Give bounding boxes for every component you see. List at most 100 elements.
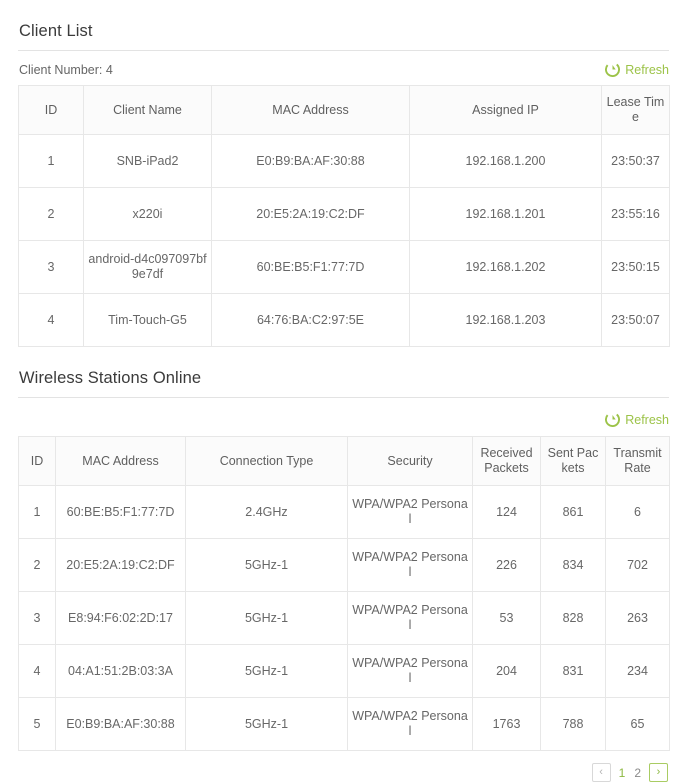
column-header-client-name: Client Name	[83, 85, 212, 135]
wireless-stations-title: Wireless Stations Online	[19, 369, 202, 387]
cell-assigned-ip: 192.168.1.202	[409, 240, 602, 294]
wireless-stations-toolbar: Refresh	[0, 398, 687, 436]
cell-transmit-rate: 234	[605, 644, 670, 698]
table-row[interactable]: 2 x220i 20:E5:2A:19:C2:DF 192.168.1.201 …	[18, 187, 670, 241]
table-row[interactable]: 1 SNB-iPad2 E0:B9:BA:AF:30:88 192.168.1.…	[18, 134, 670, 188]
cell-security: WPA/WPA2 Personal	[347, 591, 473, 645]
column-header-id: ID	[18, 436, 56, 486]
table-row[interactable]: 3 android-d4c097097bf9e7df 60:BE:B5:F1:7…	[18, 240, 670, 294]
column-header-sent-packets: Sent Packets	[540, 436, 606, 486]
table-row[interactable]: 4 04:A1:51:2B:03:3A 5GHz-1 WPA/WPA2 Pers…	[18, 644, 670, 698]
cell-client-name: x220i	[83, 187, 212, 241]
cell-id: 1	[18, 134, 84, 188]
table-header-row: ID Client Name MAC Address Assigned IP L…	[18, 85, 670, 135]
table-row[interactable]: 4 Tim-Touch-G5 64:76:BA:C2:97:5E 192.168…	[18, 293, 670, 347]
cell-connection-type: 2.4GHz	[185, 485, 348, 539]
cell-mac-address: 04:A1:51:2B:03:3A	[55, 644, 186, 698]
client-list-section: Client List Client Number: 4 Refresh ID …	[0, 0, 687, 347]
cell-id: 4	[18, 644, 56, 698]
column-header-mac-address: MAC Address	[55, 436, 186, 486]
cell-security: WPA/WPA2 Personal	[347, 538, 473, 592]
pagination: ‹ 1 2 ›	[0, 751, 687, 782]
column-header-assigned-ip: Assigned IP	[409, 85, 602, 135]
refresh-label: Refresh	[625, 62, 669, 77]
column-header-id: ID	[18, 85, 84, 135]
cell-lease-time: 23:50:15	[601, 240, 670, 294]
cell-security: WPA/WPA2 Personal	[347, 644, 473, 698]
cell-received-packets: 124	[472, 485, 541, 539]
wireless-stations-table: ID MAC Address Connection Type Security …	[18, 436, 670, 751]
table-row[interactable]: 5 E0:B9:BA:AF:30:88 5GHz-1 WPA/WPA2 Pers…	[18, 697, 670, 751]
cell-connection-type: 5GHz-1	[185, 644, 348, 698]
cell-lease-time: 23:55:16	[601, 187, 670, 241]
cell-received-packets: 1763	[472, 697, 541, 751]
cell-assigned-ip: 192.168.1.200	[409, 134, 602, 188]
cell-lease-time: 23:50:07	[601, 293, 670, 347]
refresh-button-client-list[interactable]: Refresh	[605, 62, 669, 77]
column-header-connection-type: Connection Type	[185, 436, 348, 486]
cell-connection-type: 5GHz-1	[185, 697, 348, 751]
cell-assigned-ip: 192.168.1.201	[409, 187, 602, 241]
cell-transmit-rate: 6	[605, 485, 670, 539]
client-list-table: ID Client Name MAC Address Assigned IP L…	[18, 85, 670, 347]
column-header-lease-time: Lease Time	[601, 85, 670, 135]
cell-connection-type: 5GHz-1	[185, 538, 348, 592]
cell-mac-address: 60:BE:B5:F1:77:7D	[55, 485, 186, 539]
refresh-label: Refresh	[625, 412, 669, 427]
cell-mac-address: E0:B9:BA:AF:30:88	[55, 697, 186, 751]
column-header-security: Security	[347, 436, 473, 486]
cell-transmit-rate: 702	[605, 538, 670, 592]
top-spacer	[0, 0, 687, 22]
cell-transmit-rate: 65	[605, 697, 670, 751]
cell-sent-packets: 788	[540, 697, 606, 751]
wireless-stations-section: Wireless Stations Online Refresh ID MAC …	[0, 347, 687, 782]
table-row[interactable]: 1 60:BE:B5:F1:77:7D 2.4GHz WPA/WPA2 Pers…	[18, 485, 670, 539]
client-list-page: Client List Client Number: 4 Refresh ID …	[0, 0, 687, 782]
client-number-label: Client Number: 4	[19, 62, 113, 77]
cell-sent-packets: 861	[540, 485, 606, 539]
cell-assigned-ip: 192.168.1.203	[409, 293, 602, 347]
cell-received-packets: 53	[472, 591, 541, 645]
cell-received-packets: 204	[472, 644, 541, 698]
cell-sent-packets: 828	[540, 591, 606, 645]
page-title: Client List	[19, 22, 93, 40]
cell-mac-address: 20:E5:2A:19:C2:DF	[211, 187, 410, 241]
cell-sent-packets: 834	[540, 538, 606, 592]
pagination-page-1[interactable]: 1	[618, 767, 627, 779]
cell-client-name: SNB-iPad2	[83, 134, 212, 188]
pagination-prev-button[interactable]: ‹	[591, 763, 611, 782]
client-list-toolbar: Client Number: 4 Refresh	[0, 51, 687, 85]
cell-id: 2	[18, 187, 84, 241]
cell-id: 3	[18, 591, 56, 645]
refresh-circle-arrow-icon	[605, 62, 621, 77]
cell-mac-address: 60:BE:B5:F1:77:7D	[211, 240, 410, 294]
table-header-row: ID MAC Address Connection Type Security …	[18, 436, 670, 486]
pagination-next-button[interactable]: ›	[649, 763, 668, 782]
cell-mac-address: 20:E5:2A:19:C2:DF	[55, 538, 186, 592]
cell-id: 3	[18, 240, 84, 294]
cell-security: WPA/WPA2 Personal	[347, 485, 473, 539]
cell-mac-address: E0:B9:BA:AF:30:88	[211, 134, 410, 188]
table-row[interactable]: 3 E8:94:F6:02:2D:17 5GHz-1 WPA/WPA2 Pers…	[18, 591, 670, 645]
cell-client-name: Tim-Touch-G5	[83, 293, 212, 347]
cell-id: 5	[18, 697, 56, 751]
pagination-page-2[interactable]: 2	[633, 767, 642, 779]
cell-id: 1	[18, 485, 56, 539]
refresh-button-wireless-stations[interactable]: Refresh	[605, 412, 669, 427]
cell-security: WPA/WPA2 Personal	[347, 697, 473, 751]
cell-id: 4	[18, 293, 84, 347]
column-header-received-packets: Received Packets	[472, 436, 541, 486]
cell-client-name: android-d4c097097bf9e7df	[83, 240, 212, 294]
cell-mac-address: E8:94:F6:02:2D:17	[55, 591, 186, 645]
table-row[interactable]: 2 20:E5:2A:19:C2:DF 5GHz-1 WPA/WPA2 Pers…	[18, 538, 670, 592]
cell-id: 2	[18, 538, 56, 592]
refresh-circle-arrow-icon	[605, 412, 621, 427]
cell-mac-address: 64:76:BA:C2:97:5E	[211, 293, 410, 347]
cell-transmit-rate: 263	[605, 591, 670, 645]
cell-sent-packets: 831	[540, 644, 606, 698]
column-header-mac-address: MAC Address	[211, 85, 410, 135]
cell-received-packets: 226	[472, 538, 541, 592]
cell-lease-time: 23:50:37	[601, 134, 670, 188]
cell-connection-type: 5GHz-1	[185, 591, 348, 645]
